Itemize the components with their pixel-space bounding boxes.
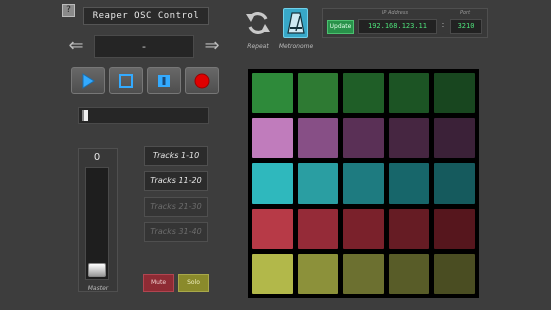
mute-button[interactable]: Mute (143, 274, 174, 292)
pad-1-4[interactable] (388, 73, 430, 114)
metronome-icon (286, 12, 305, 34)
prev-track-arrow-icon[interactable]: ⇐ (66, 37, 86, 55)
stop-button[interactable] (109, 67, 143, 94)
record-icon (194, 73, 210, 88)
repeat-button[interactable] (244, 8, 272, 38)
metronome-button[interactable] (283, 8, 308, 38)
pad-3-2[interactable] (297, 163, 339, 204)
pad-3-3[interactable] (343, 163, 384, 204)
track-bank-button[interactable]: Tracks 11-20 (144, 171, 208, 191)
pad-3-5[interactable] (434, 163, 475, 204)
pad-5-2[interactable] (297, 253, 339, 294)
record-button[interactable] (185, 67, 219, 94)
pad-3-4[interactable] (388, 163, 430, 204)
pad-4-5[interactable] (434, 208, 475, 249)
pause-button[interactable] (147, 67, 181, 94)
ip-address-label: IP Address (381, 10, 409, 16)
pad-2-5[interactable] (434, 118, 475, 159)
ip-address-field[interactable]: 192.168.123.11 (358, 19, 437, 34)
master-fader-knob[interactable] (88, 263, 106, 277)
ip-port-separator: : (441, 20, 445, 29)
app-title: Reaper OSC Control (83, 7, 209, 25)
port-field[interactable]: 3210 (450, 19, 482, 34)
master-volume-value: 0 (93, 152, 101, 163)
pad-2-4[interactable] (388, 118, 430, 159)
track-name-display: - (94, 35, 194, 58)
position-slider[interactable] (78, 107, 209, 124)
update-button[interactable]: Update (327, 20, 354, 34)
pad-4-1[interactable] (252, 208, 293, 249)
help-button[interactable]: ? (62, 4, 75, 17)
pad-grid (248, 69, 479, 298)
pad-4-4[interactable] (388, 208, 430, 249)
pad-1-5[interactable] (434, 73, 475, 114)
pad-2-2[interactable] (297, 118, 339, 159)
track-bank-button[interactable]: Tracks 21-30 (144, 197, 208, 217)
pad-1-1[interactable] (252, 73, 293, 114)
pad-1-3[interactable] (343, 73, 384, 114)
repeat-label: Repeat (247, 43, 269, 50)
pad-5-3[interactable] (343, 253, 384, 294)
pause-icon (158, 74, 170, 87)
stop-icon (119, 73, 133, 88)
pad-5-5[interactable] (434, 253, 475, 294)
pad-2-1[interactable] (252, 118, 293, 159)
solo-button[interactable]: Solo (178, 274, 209, 292)
metronome-label: Metronome (278, 43, 314, 50)
pad-4-2[interactable] (297, 208, 339, 249)
next-track-arrow-icon[interactable]: ⇒ (202, 37, 222, 55)
pad-4-3[interactable] (343, 208, 384, 249)
pad-5-1[interactable] (252, 253, 293, 294)
track-bank-button[interactable]: Tracks 1-10 (144, 146, 208, 166)
play-button[interactable] (71, 67, 105, 94)
repeat-icon (246, 12, 270, 34)
pad-3-1[interactable] (252, 163, 293, 204)
master-label: Master (87, 285, 109, 292)
play-icon (82, 72, 95, 89)
pad-5-4[interactable] (388, 253, 430, 294)
track-bank-button[interactable]: Tracks 31-40 (144, 222, 208, 242)
pad-2-3[interactable] (343, 118, 384, 159)
port-label: Port (459, 10, 471, 16)
pad-1-2[interactable] (297, 73, 339, 114)
position-slider-handle[interactable] (82, 110, 88, 121)
